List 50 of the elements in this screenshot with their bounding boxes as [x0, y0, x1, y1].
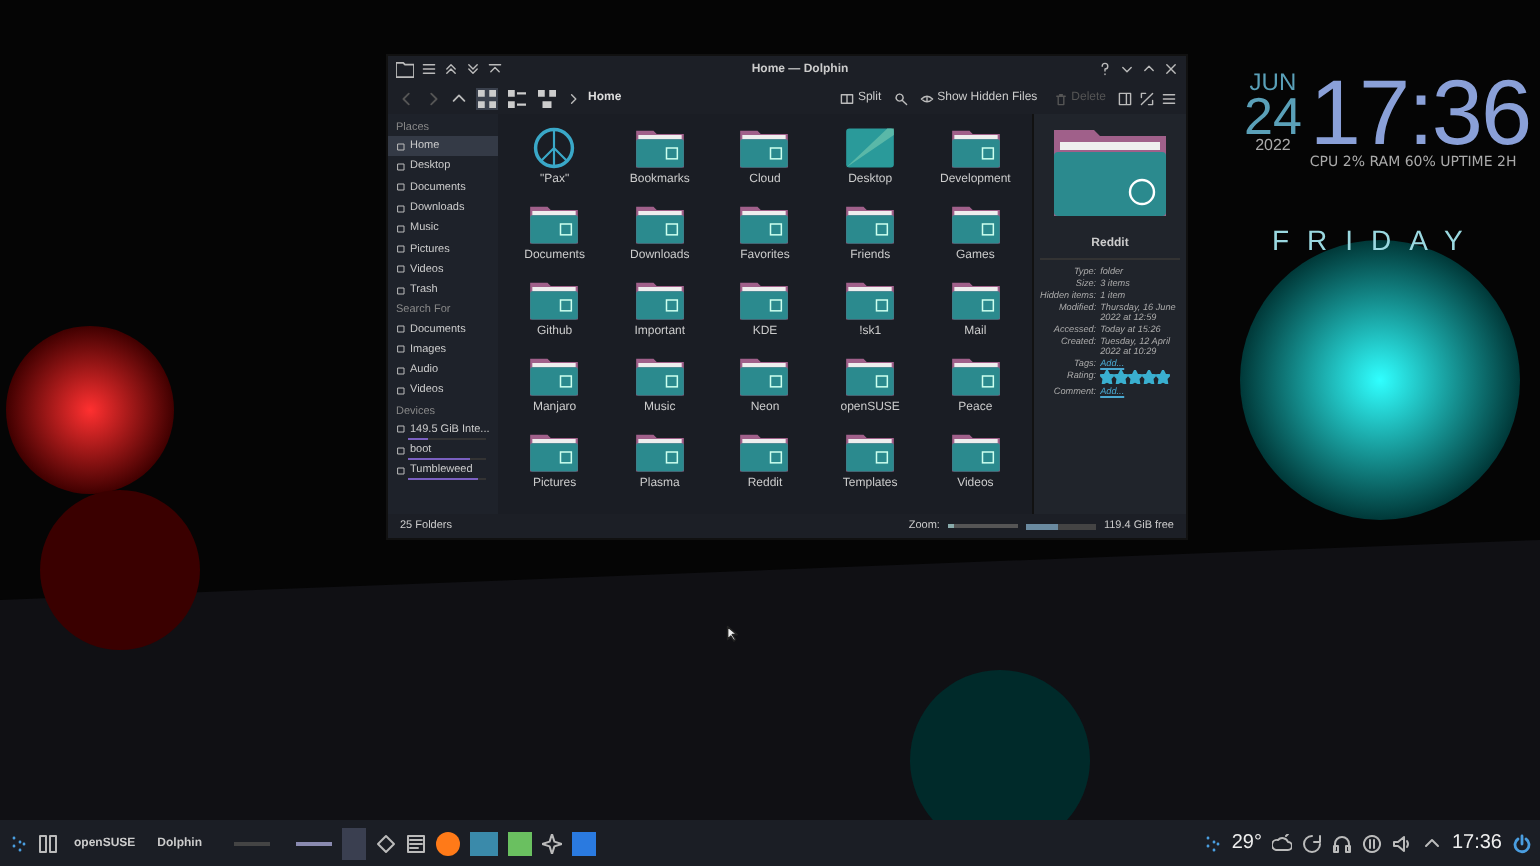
weather-icon[interactable] — [1271, 833, 1292, 853]
menu-icon[interactable] — [422, 62, 436, 76]
rating-star[interactable] — [1100, 370, 1115, 384]
up-icon[interactable] — [450, 89, 468, 107]
close-icon[interactable] — [1164, 62, 1178, 76]
power-icon[interactable] — [1512, 833, 1532, 853]
launcher-icon[interactable] — [8, 833, 28, 853]
minimize-icon[interactable] — [1120, 62, 1134, 76]
update-icon[interactable] — [1301, 833, 1322, 853]
trash-icon — [1053, 91, 1068, 105]
desktop-folder-icon — [844, 126, 897, 170]
help-icon[interactable] — [1098, 62, 1112, 76]
workspace-indicator[interactable] — [296, 841, 332, 845]
day-text: 24 — [1244, 94, 1302, 138]
volume-icon[interactable] — [1391, 833, 1412, 853]
headphones-icon[interactable] — [1331, 833, 1352, 853]
compact-view-button[interactable] — [506, 87, 528, 109]
weekday-text: FRIDAY — [1272, 224, 1481, 256]
maximize-icon[interactable] — [1142, 62, 1156, 76]
rating-star[interactable] — [1128, 370, 1143, 384]
search-icon[interactable] — [893, 91, 908, 105]
network-icon[interactable] — [1201, 833, 1222, 853]
sparkle-icon[interactable] — [542, 833, 562, 853]
split-view-icon — [839, 91, 854, 105]
chevron-icon — [566, 91, 580, 105]
chevron-up-icon[interactable] — [1421, 833, 1442, 853]
eye-icon — [919, 91, 934, 105]
year-text: 2022 — [1255, 138, 1291, 154]
clock-time: 17:36 — [1451, 832, 1502, 854]
temperature-text: 29° — [1231, 832, 1262, 854]
details-view-button[interactable] — [536, 87, 558, 109]
app-icon[interactable] — [508, 831, 532, 855]
mouse-cursor-icon — [726, 624, 742, 642]
pause-icon[interactable] — [1361, 833, 1382, 853]
menu-icon[interactable] — [1162, 91, 1176, 105]
chevrons-down-icon[interactable] — [466, 62, 480, 76]
rating-star[interactable] — [1156, 370, 1171, 384]
rating-star[interactable] — [1142, 370, 1157, 384]
pager-icon[interactable] — [38, 833, 58, 853]
icon-view-button[interactable] — [476, 87, 498, 109]
keep-above-icon[interactable] — [488, 62, 502, 76]
panel-icon[interactable] — [1118, 91, 1132, 105]
clock-time: 17:36 — [1309, 70, 1531, 154]
folder-preview-icon — [1050, 126, 1170, 218]
rating-star[interactable] — [1114, 370, 1129, 384]
window-list-icon[interactable] — [406, 833, 426, 853]
chevrons-up-icon[interactable] — [444, 62, 458, 76]
month-text: JUN — [1249, 70, 1297, 94]
diamond-icon[interactable] — [376, 833, 396, 853]
expand-icon[interactable] — [1140, 91, 1154, 105]
